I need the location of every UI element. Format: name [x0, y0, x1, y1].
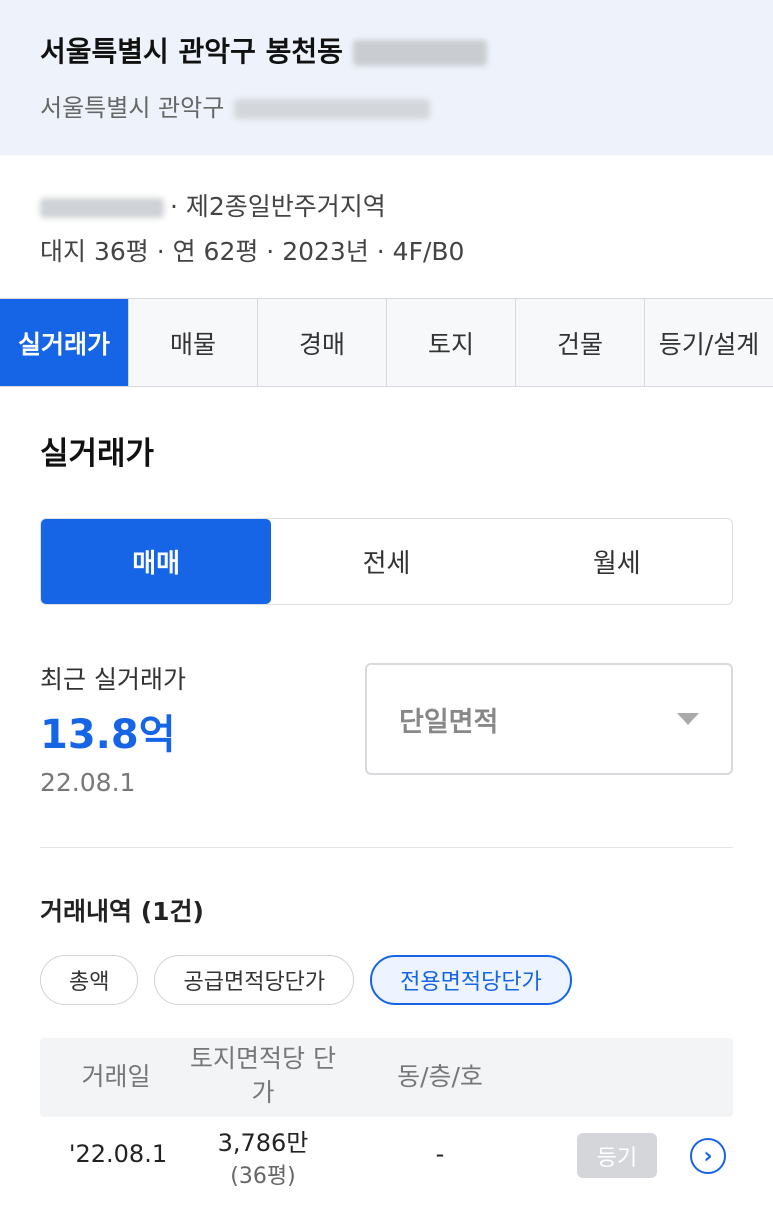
address-header: 서울특별시 관악구 봉천동 서울특별시 관악구 — [0, 0, 773, 155]
address-subtitle-text: 서울특별시 관악구 — [40, 94, 225, 122]
deal-type-sale[interactable]: 매매 — [41, 519, 272, 604]
chip-supply-area-unit-price[interactable]: 공급면적당단가 — [154, 955, 355, 1005]
tab-registry-design[interactable]: 등기/설계 — [645, 299, 773, 386]
table-header: 거래일 토지면적당 단가 동/층/호 — [40, 1038, 733, 1117]
tab-land[interactable]: 토지 — [387, 299, 516, 386]
main-tabs: 실거래가 매물 경매 토지 건물 등기/설계 — [0, 298, 773, 387]
chip-total[interactable]: 총액 — [40, 955, 139, 1005]
deal-type-jeonse[interactable]: 전세 — [271, 519, 501, 604]
building-use-zoning: · 제2종일반주거지역 — [40, 187, 386, 223]
history-title: 거래내역 (1건) — [40, 897, 204, 926]
deal-type-monthly[interactable]: 월세 — [502, 519, 732, 604]
recent-price-value: 13.8억 — [40, 712, 176, 758]
section-title: 실거래가 — [40, 436, 155, 472]
address-subtitle: 서울특별시 관악구 — [40, 88, 431, 123]
row-date: '22.08.1 — [68, 1140, 168, 1168]
deal-type-segment: 매매 전세 월세 — [40, 518, 733, 605]
col-date: 거래일 — [81, 1062, 151, 1091]
chevron-down-icon — [677, 713, 699, 725]
tab-auction[interactable]: 경매 — [258, 299, 387, 386]
tab-listings[interactable]: 매물 — [129, 299, 258, 386]
chip-exclusive-area-unit-price[interactable]: 전용면적당단가 — [370, 955, 572, 1005]
building-summary: 대지 36평 · 연 62평 · 2023년 · 4F/B0 — [40, 237, 465, 266]
zoning-text: · 제2종일반주거지역 — [170, 192, 386, 221]
row-area: (36평) — [230, 1164, 296, 1189]
recent-price-date: 22.08.1 — [40, 768, 136, 797]
redacted-building-use — [40, 198, 164, 218]
row-dong-floor-unit: - — [435, 1140, 445, 1168]
area-filter-value: 단일면적 — [399, 706, 499, 738]
col-land-unit-price: 토지면적당 단가 — [190, 1044, 336, 1107]
tab-real-price[interactable]: 실거래가 — [0, 299, 129, 386]
redacted-road-address — [234, 99, 431, 119]
area-filter-dropdown[interactable]: 단일면적 — [365, 663, 733, 775]
col-dong-floor-unit: 동/층/호 — [397, 1062, 483, 1091]
row-unit-price: 3,786만 — [217, 1129, 309, 1157]
address-title: 서울특별시 관악구 봉천동 — [40, 30, 487, 70]
chevron-right-icon[interactable]: › — [690, 1138, 726, 1174]
address-title-text: 서울특별시 관악구 봉천동 — [40, 35, 343, 68]
recent-price-label: 최근 실거래가 — [40, 665, 186, 694]
section-divider — [40, 847, 733, 848]
price-basis-chips: 총액 공급면적당단가 전용면적당단가 — [40, 955, 572, 1005]
redacted-lot-number — [352, 40, 487, 66]
tab-building[interactable]: 건물 — [516, 299, 645, 386]
registry-badge[interactable]: 등기 — [577, 1133, 657, 1178]
